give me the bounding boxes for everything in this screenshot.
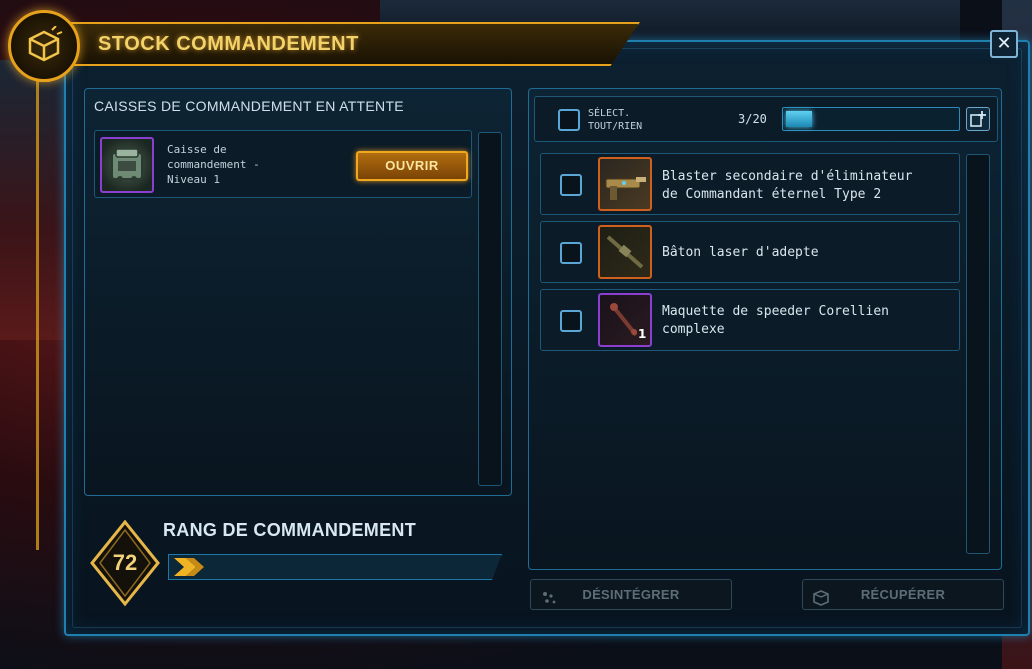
lightstaff-item-icon[interactable]	[598, 225, 652, 279]
pending-crates-heading: CAISSES DE COMMANDEMENT EN ATTENTE	[94, 98, 404, 114]
retrieve-label: RÉCUPÉRER	[860, 587, 946, 602]
select-all-label: SÉLECT. TOUT/RIEN	[588, 107, 678, 133]
expand-plus-icon	[970, 111, 986, 127]
select-all-checkbox[interactable]	[558, 109, 580, 131]
disintegrate-button[interactable]: DÉSINTÉGRER	[530, 579, 732, 610]
command-rank-progress-bar	[168, 554, 502, 580]
stash-capacity-fill	[786, 111, 812, 127]
stash-capacity-bar	[782, 107, 960, 131]
expand-stash-button[interactable]	[966, 107, 990, 131]
reward-item-name-line: de Commandant éternel Type 2	[662, 187, 882, 202]
title-gold-trim	[36, 80, 50, 550]
retrieve-button[interactable]: RÉCUPÉRER	[802, 579, 1004, 610]
crate-name-line: Niveau 1	[167, 173, 220, 186]
open-crate-button[interactable]: OUVRIR	[356, 151, 468, 181]
window-title: STOCK COMMANDEMENT	[98, 33, 359, 55]
close-button[interactable]: ✕	[990, 30, 1018, 58]
reward-item-name: Blaster secondaire d'éliminateur de Comm…	[662, 168, 942, 204]
blaster-item-icon[interactable]	[598, 157, 652, 211]
rewards-scrollbar[interactable]	[966, 154, 990, 554]
command-rank-level: 72	[112, 550, 138, 575]
select-all-line: TOUT/RIEN	[588, 121, 643, 132]
reward-item-name-line: Blaster secondaire d'éliminateur	[662, 169, 913, 184]
crate-name-line: commandement -	[167, 158, 260, 171]
command-rank-title: RANG DE COMMANDEMENT	[163, 520, 416, 540]
command-crate-icon[interactable]	[100, 137, 154, 193]
stash-count: 3/20	[738, 112, 767, 126]
reward-item-checkbox[interactable]	[560, 310, 582, 332]
reward-item-checkbox[interactable]	[560, 174, 582, 196]
reward-item-name-line: Maquette de speeder Corellien	[662, 304, 889, 319]
rank-chevron-icon	[172, 556, 210, 578]
item-quantity: 1	[638, 327, 647, 341]
reward-item-name-line: complexe	[662, 322, 725, 337]
pending-crates-scrollbar[interactable]	[478, 132, 502, 486]
crate-name: Caisse de commandement - Niveau 1	[167, 142, 317, 187]
reward-item-checkbox[interactable]	[560, 242, 582, 264]
retrieve-box-icon	[813, 587, 829, 606]
reward-item-name: Bâton laser d'adepte	[662, 245, 819, 260]
disintegrate-label: DÉSINTÉGRER	[582, 587, 680, 602]
reward-item-name: Maquette de speeder Corellien complexe	[662, 303, 942, 339]
crate-emblem-icon	[8, 10, 80, 82]
select-all-line: SÉLECT.	[588, 108, 631, 119]
disintegrate-icon	[541, 587, 557, 604]
background-scene-left	[0, 60, 70, 340]
crate-name-line: Caisse de	[167, 143, 227, 156]
